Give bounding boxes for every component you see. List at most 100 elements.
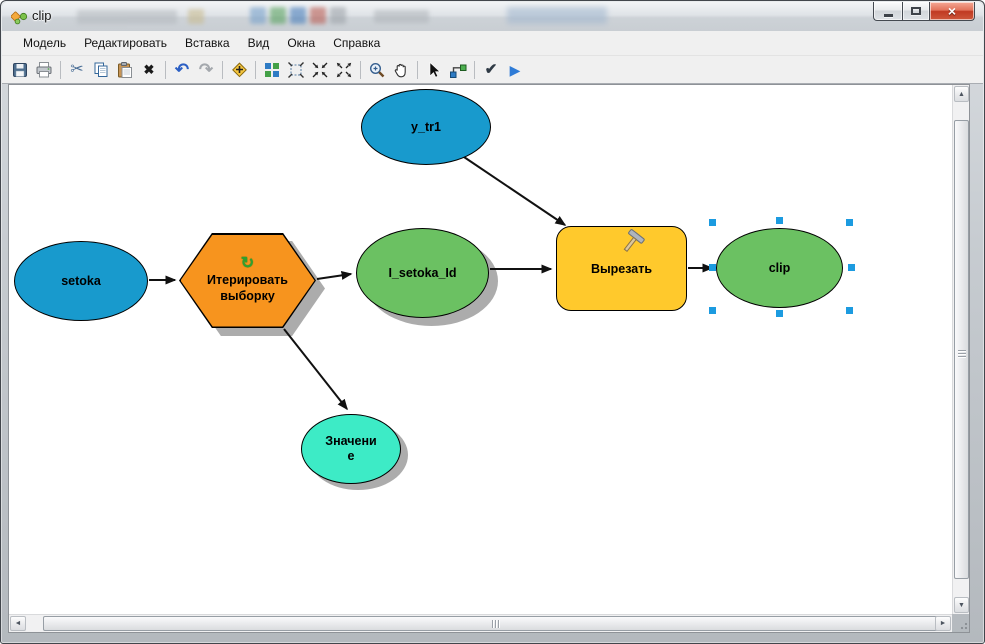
- node-y-tr1[interactable]: y_tr1: [361, 89, 491, 165]
- menu-model[interactable]: Модель: [14, 32, 75, 54]
- zoom-in-icon: [369, 62, 385, 77]
- connections-layer: [149, 156, 714, 411]
- print-icon: [36, 61, 52, 77]
- selection-handle-w[interactable]: [709, 264, 716, 271]
- horizontal-scrollbar[interactable]: ◄ ►: [9, 614, 952, 632]
- undo-button[interactable]: ↶: [170, 58, 194, 82]
- vertical-scroll-thumb[interactable]: [954, 120, 969, 579]
- paste-icon: [118, 61, 132, 78]
- thumb-grip: [492, 620, 499, 628]
- select-button[interactable]: [422, 58, 446, 82]
- blurred-background-icon: [310, 7, 326, 24]
- add-data-button[interactable]: [227, 58, 251, 82]
- maximize-icon: [911, 7, 921, 15]
- scroll-right-button[interactable]: ►: [935, 616, 951, 631]
- blurred-background-icon: [330, 7, 346, 24]
- run-button[interactable]: ▶: [503, 58, 527, 82]
- redo-button[interactable]: ↷: [194, 58, 218, 82]
- selection-handle-se[interactable]: [846, 307, 853, 314]
- zoom-in-button[interactable]: [365, 58, 389, 82]
- fixed-zoom-in-icon: [312, 62, 328, 77]
- validate-icon: ✔: [484, 61, 498, 78]
- validate-button[interactable]: ✔: [479, 58, 503, 82]
- undo-icon: ↶: [174, 60, 190, 79]
- node-label: y_tr1: [411, 120, 441, 134]
- connect-button[interactable]: [446, 58, 470, 82]
- toolbar-separator: [360, 60, 361, 79]
- toolbar-separator: [165, 60, 166, 79]
- toolbar-separator: [474, 60, 475, 79]
- node-label: clip: [768, 261, 791, 275]
- select-arrow-icon: [429, 61, 441, 78]
- add-data-icon: [231, 62, 247, 78]
- selection-handle-nw[interactable]: [709, 219, 716, 226]
- toolbar-separator: [255, 60, 256, 79]
- window-title: clip: [32, 8, 52, 23]
- selection-handle-sw[interactable]: [709, 307, 716, 314]
- caption-buttons: ×: [873, 2, 975, 21]
- fixed-zoom-out-icon: [336, 62, 352, 77]
- modelbuilder-icon: [11, 11, 28, 25]
- scroll-left-button[interactable]: ◄: [10, 616, 26, 631]
- blurred-background-toolbar: [77, 10, 177, 24]
- fixed-zoom-in-button[interactable]: [308, 58, 332, 82]
- print-button[interactable]: [32, 58, 56, 82]
- pan-button[interactable]: [389, 58, 413, 82]
- node-clip-output[interactable]: clip: [716, 228, 843, 308]
- thumb-grip: [958, 349, 966, 357]
- full-extent-button[interactable]: [284, 58, 308, 82]
- iterate-icon: ↻: [240, 255, 255, 273]
- horizontal-scroll-thumb[interactable]: [43, 616, 941, 631]
- save-button[interactable]: [8, 58, 32, 82]
- menu-view[interactable]: Вид: [239, 32, 279, 54]
- connector-iterator-to-isetoka[interactable]: [316, 270, 353, 280]
- menu-insert[interactable]: Вставка: [176, 32, 239, 54]
- menu-windows[interactable]: Окна: [278, 32, 324, 54]
- node-value[interactable]: Значение: [301, 414, 401, 484]
- auto-layout-icon: [265, 62, 279, 77]
- scroll-up-button[interactable]: ▲: [954, 86, 969, 102]
- copy-button[interactable]: [89, 58, 113, 82]
- toolbar-separator: [60, 60, 61, 79]
- minimize-icon: [883, 13, 893, 17]
- scroll-down-button[interactable]: ▼: [954, 597, 969, 613]
- run-icon: ▶: [509, 61, 521, 78]
- node-label: Вырезать: [590, 261, 653, 276]
- connector-iterator-to-value[interactable]: [283, 328, 348, 411]
- selection-handle-n[interactable]: [776, 217, 783, 224]
- scroll-left-icon: ◄: [14, 620, 22, 627]
- scroll-right-icon: ►: [939, 620, 947, 627]
- close-icon: ×: [947, 3, 957, 19]
- minimize-button[interactable]: [873, 2, 902, 21]
- vertical-scrollbar[interactable]: ▲ ▼: [952, 85, 969, 614]
- modelbuilder-window: clip × Модель Редактировать Вставка Вид …: [0, 0, 985, 644]
- menu-edit[interactable]: Редактировать: [75, 32, 176, 54]
- selection-handle-ne[interactable]: [846, 219, 853, 226]
- resize-corner[interactable]: [952, 614, 970, 632]
- cut-button[interactable]: ✂: [65, 58, 89, 82]
- blurred-background-toolbar: [374, 10, 429, 23]
- delete-button[interactable]: ✖: [137, 58, 161, 82]
- hammer-icon: [623, 229, 645, 253]
- menu-help[interactable]: Справка: [324, 32, 389, 54]
- maximize-button[interactable]: [902, 2, 930, 21]
- node-setoka[interactable]: setoka: [14, 241, 148, 321]
- connector-ytr1-to-tool[interactable]: [463, 156, 567, 226]
- blurred-background-icon: [290, 7, 306, 24]
- scroll-up-icon: ▲: [958, 90, 965, 98]
- blurred-background-icon: [270, 7, 286, 24]
- selection-handle-s[interactable]: [776, 310, 783, 317]
- fixed-zoom-out-button[interactable]: [332, 58, 356, 82]
- node-i-setoka-id[interactable]: I_setoka_Id: [356, 228, 489, 318]
- copy-icon: [94, 62, 108, 77]
- selection-handle-e[interactable]: [848, 264, 855, 271]
- blurred-background-toolbar: [507, 7, 607, 24]
- delete-icon: ✖: [143, 62, 155, 77]
- paste-button[interactable]: [113, 58, 137, 82]
- close-button[interactable]: ×: [930, 2, 975, 21]
- auto-layout-button[interactable]: [260, 58, 284, 82]
- menu-bar: Модель Редактировать Вставка Вид Окна Сп…: [2, 31, 983, 56]
- title-bar[interactable]: clip ×: [2, 2, 983, 31]
- model-canvas[interactable]: setoka ↻ Итерировать выборку y_tr1 I_set…: [9, 85, 952, 614]
- blurred-background-icon: [188, 9, 204, 24]
